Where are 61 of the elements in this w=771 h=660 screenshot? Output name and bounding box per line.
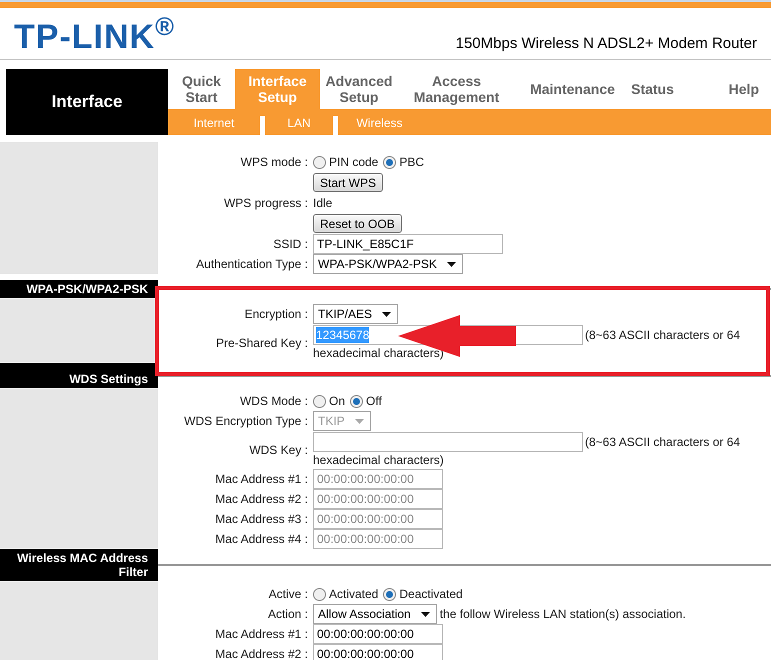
radio-button[interactable] [350, 394, 364, 408]
caret-icon [420, 612, 430, 616]
field-label: Action : [268, 607, 308, 621]
radio-label: Activated [329, 586, 378, 603]
key-field[interactable] [313, 432, 583, 452]
field-hint: hexadecimal characters) [313, 452, 444, 468]
nav-tab[interactable]: Maintenance [515, 69, 630, 109]
dropdown[interactable]: WPA-PSK/WPA2-PSK [313, 254, 463, 274]
section-header: WPA-PSK/WPA2-PSK [0, 280, 158, 298]
field-note: the follow Wireless LAN station(s) association. [440, 606, 686, 623]
field-hint: (8~63 ASCII characters or 64 [585, 434, 740, 450]
section-header: Wireless MAC Address Filter [0, 549, 158, 581]
radio-label: PIN code [329, 154, 378, 171]
radio-button[interactable] [313, 156, 326, 168]
field-label: Mac Address #2 : [215, 492, 308, 506]
field-value: Idle [313, 195, 332, 212]
radio-label: Deactivated [399, 586, 463, 603]
field-label: Mac Address #1 : [215, 472, 308, 486]
action-button[interactable]: Start WPS [313, 173, 384, 192]
field-label: Authentication Type : [196, 257, 308, 271]
tab-separator [333, 116, 338, 135]
nav-tab[interactable]: Help [675, 69, 771, 109]
caret-icon [446, 262, 456, 266]
section-title: Interface [6, 69, 168, 135]
field-label: Mac Address #1 : [215, 627, 308, 641]
field-label: SSID : [273, 237, 308, 251]
field-label: WPS mode : [240, 155, 308, 169]
nav-tab[interactable]: Advanced Setup [320, 69, 398, 109]
field-label: WPS progress : [224, 196, 308, 210]
field-label: WDS Mode : [240, 394, 308, 408]
mac-address-field[interactable]: 00:00:00:00:00:00 [313, 644, 443, 660]
caret-icon [382, 312, 392, 316]
radio-button[interactable] [383, 156, 396, 168]
radio-button[interactable] [313, 588, 326, 600]
tab-separator [260, 116, 265, 135]
field-hint: hexadecimal characters) [313, 345, 444, 361]
field-label: Mac Address #4 : [215, 532, 308, 546]
field-label: WDS Encryption Type : [184, 414, 308, 428]
radio-label: PBC [399, 154, 424, 171]
product-title: 150Mbps Wireless N ADSL2+ Modem Router [456, 34, 757, 54]
radio-label: Off [366, 393, 382, 410]
field-label: Active : [268, 587, 308, 601]
mac-address-field[interactable]: 00:00:00:00:00:00 [313, 624, 443, 644]
field-label: Pre-Shared Key : [216, 336, 308, 350]
nav-tab[interactable]: Status [630, 69, 675, 109]
section-header: WDS Settings [0, 363, 158, 388]
dropdown[interactable]: TKIP/AES [313, 304, 398, 324]
field-label: Mac Address #2 : [215, 647, 308, 660]
radio-button[interactable] [383, 588, 396, 600]
field-label: WDS Key : [249, 443, 308, 457]
caret-icon [354, 418, 364, 424]
action-button[interactable]: Reset to OOB [313, 214, 402, 233]
field-hint: (8~63 ASCII characters or 64 [585, 327, 740, 343]
text-field[interactable]: TP-LINK_E85C1F [313, 234, 503, 254]
nav-tab[interactable]: Quick Start [168, 69, 235, 109]
dropdown[interactable]: Allow Association [313, 604, 437, 624]
nav-tab[interactable]: Access Management [398, 69, 515, 109]
radio-button[interactable] [313, 394, 326, 408]
radio-label: On [329, 393, 346, 410]
field-label: Encryption : [244, 307, 308, 321]
field-label: Mac Address #3 : [215, 512, 308, 526]
